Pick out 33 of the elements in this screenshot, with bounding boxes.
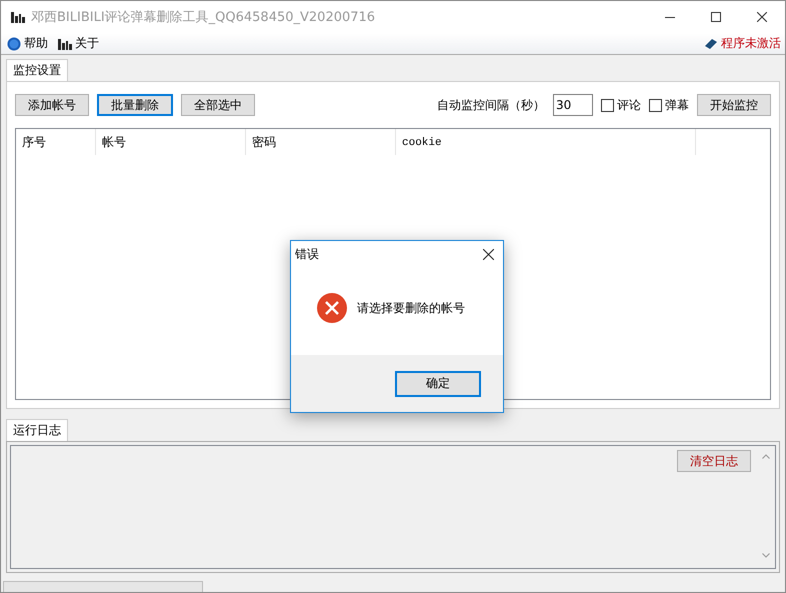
interval-label: 自动监控间隔（秒） — [437, 96, 545, 114]
close-icon — [757, 12, 767, 22]
column-header[interactable]: 帐号 — [96, 129, 246, 155]
start-button[interactable]: 开始监控 — [697, 94, 771, 116]
interval-field[interactable]: 30 — [553, 94, 593, 116]
toolbar-button[interactable]: 全部选中 — [181, 94, 255, 116]
checkbox[interactable] — [601, 98, 614, 112]
column-header[interactable]: cookie — [396, 129, 696, 155]
tab[interactable]: 运行日志 — [6, 419, 68, 441]
dialog-title: 错误 — [295, 246, 320, 262]
checkbox-label: 评论 — [617, 96, 641, 114]
window-title: 邓西BILIBILI评论弹幕删除工具_QQ6458450_V20200716 — [31, 9, 376, 26]
column-header[interactable]: 序号 — [16, 129, 96, 155]
menu-item[interactable]: 关于 — [56, 35, 101, 52]
help-icon — [7, 36, 21, 50]
column-header[interactable]: 密码 — [246, 129, 396, 155]
checkbox[interactable] — [649, 98, 662, 112]
minimize-icon — [665, 16, 675, 18]
close-icon — [482, 248, 494, 260]
ok-button[interactable]: 确定 — [395, 370, 481, 396]
bar-chart-icon — [58, 38, 72, 50]
error-icon — [317, 293, 347, 323]
bar-chart-icon — [11, 11, 25, 23]
activation-status: 程序未激活 — [721, 35, 781, 52]
toolbar-button[interactable]: 添加帐号 — [15, 94, 89, 116]
maximize-icon — [711, 12, 721, 22]
clear-log-button[interactable]: 清空日志 — [677, 450, 751, 472]
dialog-message: 请选择要删除的帐号 — [357, 300, 465, 316]
toolbar-button[interactable]: 批量删除 — [97, 94, 173, 116]
menu-item[interactable]: 帮助 — [5, 35, 50, 52]
book-icon — [704, 38, 718, 50]
checkbox-label: 弹幕 — [665, 96, 689, 114]
tab[interactable]: 监控设置 — [6, 59, 68, 81]
